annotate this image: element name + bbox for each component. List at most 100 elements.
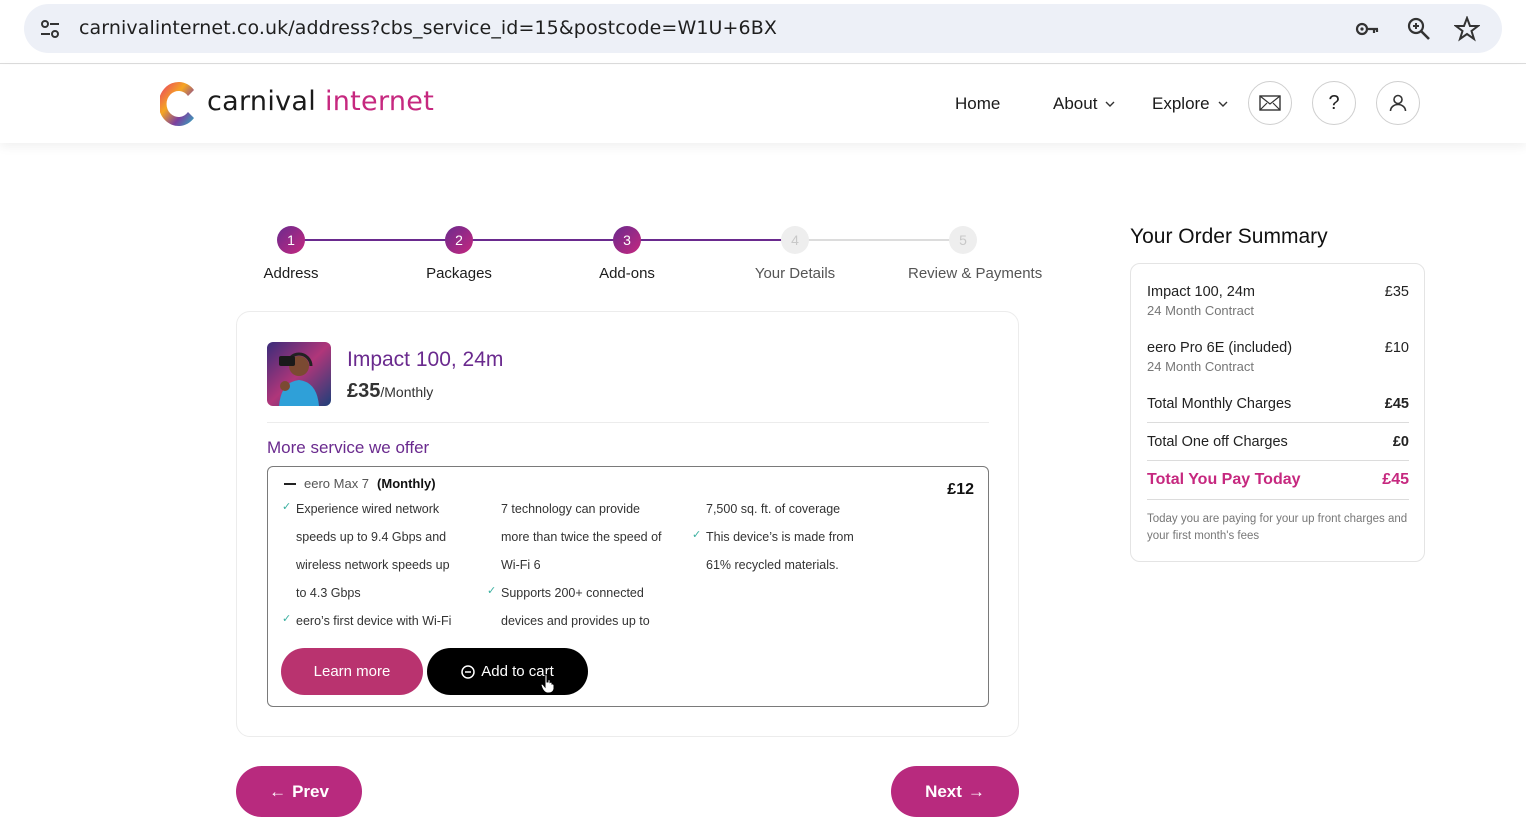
carnival-logo-icon[interactable]	[160, 80, 200, 128]
logo-wordmark[interactable]: carnival internet	[207, 86, 434, 117]
summary-item-price: £10	[1384, 340, 1409, 356]
learn-more-button[interactable]: Learn more	[281, 648, 423, 695]
summary-oneoff-total: Total One off Charges £0	[1147, 434, 1409, 450]
key-icon[interactable]	[1354, 16, 1380, 42]
next-button[interactable]: Next →	[891, 766, 1019, 817]
addon-price: £12	[947, 481, 974, 498]
mail-button[interactable]	[1248, 81, 1292, 125]
arrow-left-icon: ←	[269, 781, 287, 801]
pointer-cursor-icon	[540, 674, 555, 694]
prev-button[interactable]: ← Prev	[236, 766, 362, 817]
summary-item-price: £35	[1384, 284, 1409, 300]
add-to-cart-button[interactable]: Add to cart	[427, 648, 588, 695]
step-number: 1	[277, 226, 305, 254]
addon-item: eero Max 7 (Monthly) £12 ✓ Experience wir…	[267, 466, 989, 707]
minus-circle-icon	[461, 664, 475, 679]
user-icon	[1389, 94, 1407, 112]
feature-text: Wi-Fi 6	[501, 558, 541, 572]
summary-note: Today you are paying for your up front c…	[1147, 513, 1408, 542]
next-label: Next	[925, 781, 962, 801]
check-icon: ✓	[487, 585, 497, 597]
package-name: Impact 100, 24m	[347, 348, 504, 371]
feature-text: Supports 200+ connected	[501, 586, 644, 600]
check-icon: ✓	[282, 613, 292, 625]
summary-oneoff-value: £0	[1392, 434, 1409, 450]
nav-explore[interactable]: Explore	[1152, 94, 1228, 114]
nav-home[interactable]: Home	[955, 94, 1000, 114]
step-number: 2	[445, 226, 473, 254]
package-image	[267, 342, 331, 406]
feature-text: eero’s first device with Wi-Fi	[296, 614, 452, 628]
arrow-right-icon: →	[967, 781, 985, 801]
addon-name: eero Max 7	[304, 476, 370, 491]
feature-row: Wi-Fi 6	[487, 551, 687, 579]
chevron-down-icon	[1218, 101, 1228, 107]
feature-row: devices and provides up to	[487, 607, 687, 635]
mail-icon	[1259, 95, 1281, 111]
logo-part-2: internet	[324, 86, 435, 117]
chevron-down-icon	[1105, 101, 1115, 107]
stepper-progress-line	[291, 239, 795, 241]
step-your-details: 4 Your Details	[740, 226, 850, 282]
nav-about[interactable]: About	[1053, 94, 1115, 114]
summary-oneoff-label: Total One off Charges	[1147, 434, 1288, 450]
summary-item-name: eero Pro 6E (included)	[1147, 340, 1293, 356]
summary-monthly-value: £45	[1384, 396, 1409, 412]
star-icon[interactable]	[1454, 16, 1480, 42]
feature-text: wireless network speeds up	[296, 558, 450, 572]
feature-row: ✓ eero’s first device with Wi-Fi	[282, 607, 482, 635]
site-header: carnival internet Home About Explore ?	[0, 65, 1526, 143]
zoom-icon[interactable]	[1406, 16, 1432, 42]
order-summary-title: Your Order Summary	[1130, 225, 1328, 248]
check-icon: ✓	[692, 529, 702, 541]
order-summary-card: Impact 100, 24m £35 24 Month Contract ee…	[1130, 263, 1425, 562]
nav-about-label: About	[1053, 94, 1098, 113]
step-address[interactable]: 1 Address	[236, 226, 346, 282]
nav-explore-label: Explore	[1152, 94, 1210, 113]
feature-text: to 4.3 Gbps	[296, 586, 361, 600]
feature-row: 7 technology can provide	[487, 495, 687, 523]
summary-monthly-label: Total Monthly Charges	[1147, 396, 1292, 412]
collapse-icon[interactable]	[284, 482, 296, 485]
summary-item-sub: 24 Month Contract	[1147, 303, 1254, 318]
summary-monthly-total: Total Monthly Charges £45	[1147, 396, 1409, 412]
feature-row: ✓ Supports 200+ connected	[487, 579, 687, 607]
divider	[1147, 460, 1409, 461]
feature-column-3: 7,500 sq. ft. of coverage ✓ This device’s …	[692, 495, 892, 579]
step-label: Packages	[426, 265, 492, 282]
feature-text: more than twice the speed of	[501, 530, 662, 544]
nav-home-label: Home	[955, 94, 1001, 113]
step-label: Review & Payments	[908, 265, 1043, 282]
browser-toolbar: carnivalinternet.co.uk/address?cbs_servi…	[0, 0, 1526, 64]
feature-column-1: ✓ Experience wired network speeds up to 9.…	[282, 495, 482, 635]
feature-text: 61% recycled materials.	[706, 558, 839, 572]
feature-text: 7,500 sq. ft. of coverage	[706, 502, 841, 516]
step-addons[interactable]: 3 Add-ons	[572, 226, 682, 282]
url-text[interactable]: carnivalinternet.co.uk/address?cbs_servi…	[79, 17, 777, 39]
address-bar[interactable]: carnivalinternet.co.uk/address?cbs_servi…	[24, 4, 1502, 53]
step-number: 4	[781, 226, 809, 254]
package-price-period: /Monthly	[380, 384, 434, 400]
addons-section-title: More service we offer	[267, 438, 430, 457]
feature-text: This device’s is made from	[706, 530, 854, 544]
tune-icon[interactable]	[38, 17, 62, 41]
help-button[interactable]: ?	[1312, 81, 1356, 125]
account-button[interactable]	[1376, 81, 1420, 125]
addon-header[interactable]: eero Max 7 (Monthly)	[284, 476, 436, 491]
help-icon: ?	[1328, 91, 1340, 114]
summary-item: Impact 100, 24m £35	[1147, 284, 1409, 300]
summary-today-value: £45	[1382, 471, 1409, 488]
step-packages[interactable]: 2 Packages	[404, 226, 514, 282]
feature-row: to 4.3 Gbps	[282, 579, 482, 607]
feature-row: ✓ This device’s is made from	[692, 523, 892, 551]
logo-part-1: carnival	[207, 86, 317, 117]
step-label: Add-ons	[599, 265, 655, 282]
prev-label: Prev	[292, 781, 329, 801]
step-number: 5	[949, 226, 977, 254]
feature-row: more than twice the speed of	[487, 523, 687, 551]
package-price: £35/Monthly	[347, 380, 433, 403]
addon-billing: (Monthly)	[377, 476, 436, 491]
feature-row: ✓ Experience wired network	[282, 495, 482, 523]
feature-column-2: 7 technology can provide more than twice …	[487, 495, 687, 635]
feature-row: 7,500 sq. ft. of coverage	[692, 495, 892, 523]
